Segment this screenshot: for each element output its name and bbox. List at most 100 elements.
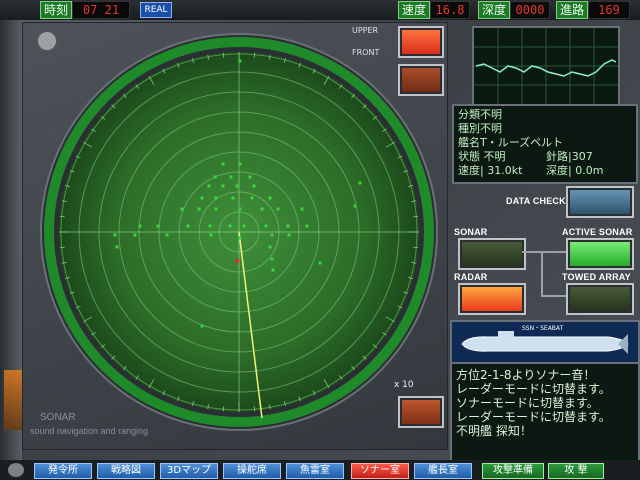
sonar-contact xyxy=(238,236,242,240)
tab-attack-ready[interactable]: 攻撃準備 xyxy=(482,463,544,479)
depth-label: 深度 xyxy=(478,1,510,19)
sonar-contact xyxy=(260,207,264,211)
ship-profile-card: SSN・SEABAT xyxy=(450,320,640,366)
sonar-contact xyxy=(250,196,254,200)
radar-button[interactable] xyxy=(458,283,526,315)
depth-display: 0000 xyxy=(510,1,550,19)
scope-grid xyxy=(474,28,618,104)
sonar-contact xyxy=(221,162,225,166)
data-check-label: DATA CHECK xyxy=(506,196,566,206)
name-value: T・ルーズベルト xyxy=(480,136,564,149)
towed-array-label: TOWED ARRAY xyxy=(562,272,631,282)
target-depth-label: 深度 xyxy=(546,164,568,177)
sonar-contact xyxy=(353,204,357,208)
sonar-contact xyxy=(214,207,218,211)
sonar-contact xyxy=(242,224,246,228)
upper-view-button[interactable] xyxy=(398,26,444,58)
sonar-contact xyxy=(113,233,117,237)
sonar-contact xyxy=(156,224,160,228)
class-value: 不明 xyxy=(480,108,502,121)
sonar-contact xyxy=(271,268,275,272)
sonar-contact xyxy=(165,233,169,237)
sonar-contact xyxy=(270,233,274,237)
tab-sonar-room[interactable]: ソナー室 xyxy=(351,463,409,479)
sonar-contact xyxy=(238,207,242,211)
state-value: 不明 xyxy=(483,150,506,163)
sonar-contact xyxy=(197,207,201,211)
sonar-contact xyxy=(200,196,204,200)
active-sonar-button[interactable] xyxy=(566,238,634,270)
state-label: 状態 xyxy=(458,150,480,163)
sonar-contact xyxy=(209,233,213,237)
tab-captain-room[interactable]: 艦長室 xyxy=(414,463,472,479)
sonar-contact xyxy=(268,196,272,200)
sonar-label: SONAR xyxy=(454,227,488,237)
class-label: 分類 xyxy=(458,108,480,121)
sonar-contact xyxy=(358,181,362,185)
target-speed-value: 31.0kt xyxy=(487,164,523,177)
time-label: 時刻 xyxy=(40,1,72,19)
sonar-contact xyxy=(208,224,212,228)
sonar-contact xyxy=(133,233,137,237)
warning-stripe xyxy=(4,370,22,430)
zoom-label: x 10 xyxy=(394,380,414,390)
sonar-contact xyxy=(318,261,322,265)
tab-torpedo-room[interactable]: 魚雷室 xyxy=(286,463,344,479)
course-display: 169 xyxy=(588,1,630,19)
heading-label: 針路 xyxy=(546,150,568,163)
front-label: FRONT xyxy=(352,48,380,57)
tab-attack[interactable]: 攻 撃 xyxy=(548,463,604,479)
time-display: 07 21 22 xyxy=(72,1,130,33)
tab-strategy-map[interactable]: 戦略図 xyxy=(97,463,155,479)
target-depth-value: 0.0m xyxy=(575,164,604,177)
sonar-contact xyxy=(229,175,233,179)
bolt-icon xyxy=(8,463,24,477)
sonar-contact xyxy=(180,207,184,211)
sonar-display[interactable] xyxy=(40,33,438,431)
sonar-contact xyxy=(228,224,232,228)
message-log: 方位2-1-8よりソナー音！ レーダーモードに切替ます。 ソナーモードに切替ます… xyxy=(450,362,640,464)
sonar-contact xyxy=(231,196,235,200)
sonar-contact xyxy=(276,207,280,211)
sonar-subtitle: sound navigation and ranging xyxy=(30,426,149,436)
front-view-button[interactable] xyxy=(398,64,444,96)
sonar-contact xyxy=(238,162,242,166)
sonar-contact xyxy=(264,224,268,228)
sonar-contact xyxy=(305,224,309,228)
sonar-title: SONAR xyxy=(40,412,76,423)
status-bar: 時刻 07 21 22 REAL 速度 16.8 深度 0000 進路 169 xyxy=(0,0,640,33)
sonar-contact xyxy=(200,324,204,328)
message-line: 不明艦 探知！ xyxy=(456,424,532,438)
waveform-scope xyxy=(472,26,620,106)
sonar-contact xyxy=(300,207,304,211)
sonar-button[interactable] xyxy=(458,238,526,270)
message-line: レーダーモードに切替ます。 xyxy=(456,382,611,396)
sonar-contact xyxy=(268,245,272,249)
sonar-contact xyxy=(115,245,119,249)
own-ship-marker xyxy=(235,259,239,263)
type-label: 種別 xyxy=(458,122,480,135)
sonar-contact xyxy=(287,233,291,237)
speed-label: 速度 xyxy=(398,1,430,19)
sonar-contact xyxy=(213,175,217,179)
tab-3d-map[interactable]: 3Dマップ xyxy=(160,463,218,479)
tab-command-room[interactable]: 発令所 xyxy=(34,463,92,479)
submarine-icon xyxy=(461,331,629,354)
upper-label: UPPER xyxy=(352,26,379,35)
sonar-contact xyxy=(235,184,239,188)
message-line: ソナーモードに切替ます。 xyxy=(456,396,599,410)
message-line: レーダーモードに切替ます。 xyxy=(456,410,611,424)
real-time-button[interactable]: REAL xyxy=(140,2,172,18)
sonar-contact xyxy=(221,184,225,188)
tab-helm[interactable]: 操舵席 xyxy=(223,463,281,479)
heading-value: 307 xyxy=(571,150,593,163)
sonar-contact xyxy=(186,224,190,228)
name-label: 艦名 xyxy=(458,136,480,149)
data-check-button[interactable] xyxy=(566,186,634,218)
active-sonar-label: ACTIVE SONAR xyxy=(562,227,633,237)
sonar-contact xyxy=(214,196,218,200)
zoom-button[interactable] xyxy=(398,396,444,428)
sonar-contact xyxy=(248,175,252,179)
sonar-contact xyxy=(286,224,290,228)
towed-array-button[interactable] xyxy=(566,283,634,315)
